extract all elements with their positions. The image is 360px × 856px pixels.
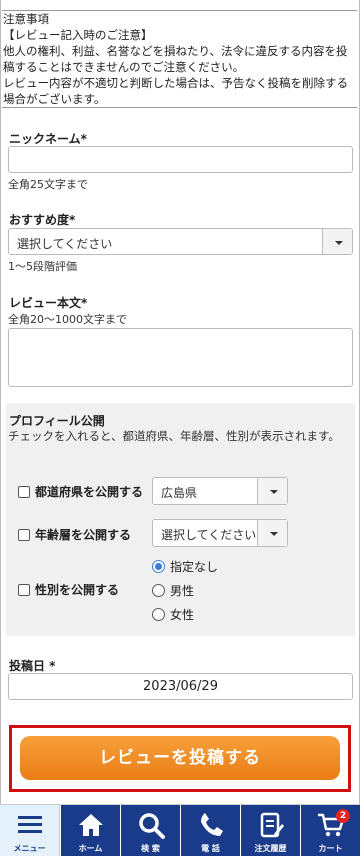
gender-option-label: 男性 — [170, 584, 195, 598]
prefecture-select[interactable]: 広島県 — [152, 477, 288, 505]
nickname-input[interactable] — [8, 146, 353, 173]
gender-radio-none[interactable]: 指定なし — [152, 558, 218, 575]
tab-menu[interactable]: メニュー — [0, 805, 60, 856]
gender-radio-male[interactable]: 男性 — [152, 582, 194, 599]
submit-highlight-frame: レビューを投稿する — [9, 725, 351, 792]
gender-option-label: 指定なし — [170, 560, 219, 574]
notice-box: 注意事項 【レビュー記入時のご注意】 他人の権利、利益、名誉などを損ねたり、法令… — [2, 10, 357, 108]
post-date-label: 投稿日 * — [9, 659, 56, 673]
radio-icon[interactable] — [152, 584, 165, 597]
profile-section: プロフィール公開 チェックを入れると、都道府県、年齢層、性別が表示されます。 都… — [6, 403, 355, 636]
cart-count-badge: 2 — [336, 809, 350, 823]
tab-label: 検 索 — [141, 844, 160, 853]
tab-label: ホーム — [78, 844, 103, 853]
prefecture-checkbox[interactable] — [18, 485, 30, 498]
order-history-icon — [260, 812, 284, 838]
tab-label: メニュー — [13, 844, 46, 853]
profile-title: プロフィール公開 — [9, 414, 105, 428]
gender-radio-female[interactable]: 女性 — [152, 606, 194, 623]
prefecture-checkbox-row[interactable]: 都道府県を公開する — [18, 483, 143, 500]
body-label: レビュー本文* — [9, 296, 88, 310]
chevron-down-icon — [322, 229, 352, 254]
review-body-textarea[interactable] — [8, 328, 353, 387]
prefecture-select-value: 広島県 — [161, 486, 198, 500]
gender-checkbox-row[interactable]: 性別を公開する — [18, 581, 119, 598]
age-checkbox-row[interactable]: 年齢層を公開する — [18, 526, 131, 543]
rating-hint: 1〜5段階評価 — [8, 260, 77, 273]
body-hint: 全角20〜1000文字まで — [8, 313, 127, 326]
radio-selected-icon[interactable] — [152, 560, 165, 573]
notice-text-2: レビュー内容が不適切と判断した場合は、予告なく投稿を削除する場合がございます。 — [3, 76, 348, 106]
nickname-hint: 全角25文字まで — [8, 178, 88, 191]
search-icon — [138, 813, 165, 839]
age-select-value: 選択してください — [161, 528, 257, 542]
notice-heading: 注意事項 — [3, 12, 49, 26]
home-icon — [78, 814, 103, 836]
tab-home[interactable]: ホーム — [60, 805, 120, 856]
tab-phone[interactable]: 電 話 — [180, 805, 240, 856]
chevron-down-icon — [257, 478, 287, 504]
nickname-label: ニックネーム* — [9, 132, 87, 146]
notice-subheading: 【レビュー記入時のご注意】 — [3, 28, 153, 42]
phone-icon — [200, 813, 223, 836]
tab-label: 電 話 — [201, 844, 220, 853]
radio-icon[interactable] — [152, 608, 165, 621]
gender-label: 性別を公開する — [35, 583, 120, 597]
profile-description: チェックを入れると、都道府県、年齢層、性別が表示されます。 — [8, 429, 340, 443]
age-label: 年齢層を公開する — [35, 528, 132, 542]
tab-cart[interactable]: 2 カート — [300, 805, 360, 856]
tab-search[interactable]: 検 索 — [120, 805, 180, 856]
prefecture-label: 都道府県を公開する — [35, 485, 144, 499]
gender-option-label: 女性 — [170, 608, 195, 622]
rating-label: おすすめ度* — [9, 213, 76, 227]
tab-order-history[interactable]: 注文履歴 — [240, 805, 300, 856]
notice-text-1: 他人の権利、利益、名誉などを損ねたり、法令に違反する内容を投稿することはできませ… — [3, 44, 348, 74]
age-select[interactable]: 選択してください — [152, 519, 288, 547]
chevron-down-icon — [257, 520, 287, 546]
bottom-tab-bar: メニュー ホーム 検 索 電 話 注文履歴 2 カート — [0, 804, 360, 856]
tab-label: カート — [318, 844, 343, 853]
rating-select-value: 選択してください — [17, 237, 113, 251]
rating-select[interactable]: 選択してください — [8, 228, 353, 255]
age-checkbox[interactable] — [18, 528, 30, 541]
tab-label: 注文履歴 — [254, 844, 287, 853]
gender-checkbox[interactable] — [18, 583, 30, 596]
hamburger-menu-icon — [17, 816, 42, 833]
submit-review-button[interactable]: レビューを投稿する — [20, 736, 340, 780]
post-date-field[interactable]: 2023/06/29 — [8, 673, 353, 700]
